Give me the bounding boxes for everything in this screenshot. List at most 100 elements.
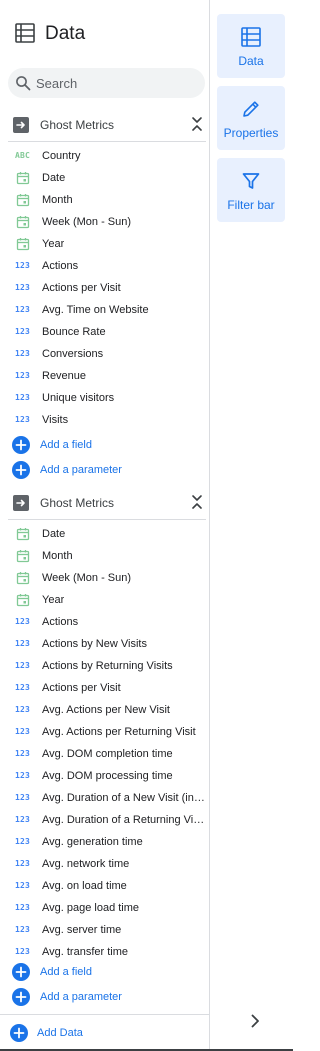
field-item[interactable]: ABC Country xyxy=(0,145,210,167)
field-item[interactable]: 123 Avg. DOM completion time xyxy=(0,743,210,765)
field-label: Date xyxy=(42,172,66,184)
chevron-right-icon[interactable] xyxy=(246,1012,264,1030)
field-item[interactable]: 123 Avg. page load time xyxy=(0,897,210,919)
field-item[interactable]: 123 Avg. on load time xyxy=(0,875,210,897)
field-label: Year xyxy=(42,238,65,250)
field-item[interactable]: 123 Visits xyxy=(0,409,210,431)
calendar-icon xyxy=(16,171,30,185)
field-item[interactable]: Year xyxy=(0,233,210,255)
number-type-icon: 123 xyxy=(15,305,31,314)
field-item[interactable]: 123 Avg. network time xyxy=(0,853,210,875)
field-item[interactable]: 123 Bounce Rate xyxy=(0,321,210,343)
field-item[interactable]: Month xyxy=(0,545,210,567)
field-label: Actions xyxy=(42,616,79,628)
tab-filter-bar[interactable]: Filter bar xyxy=(217,158,285,222)
field-label: Avg. Actions per New Visit xyxy=(42,704,170,716)
add-field-button[interactable]: Add a field xyxy=(12,435,192,455)
field-item[interactable]: Date xyxy=(0,523,210,545)
field-item[interactable]: 123 Actions per Visit xyxy=(0,277,210,299)
tab-filter-bar-label: Filter bar xyxy=(227,198,275,212)
field-item[interactable]: 123 Avg. Actions per Returning Visit xyxy=(0,721,210,743)
number-type-icon: 123 xyxy=(15,727,31,736)
calendar-icon xyxy=(16,527,30,541)
data-table-icon xyxy=(14,22,36,44)
collapse-icon[interactable] xyxy=(188,490,206,514)
field-item[interactable]: 123 Unique visitors xyxy=(0,387,210,409)
field-item[interactable]: 123 Avg. server time xyxy=(0,919,210,941)
field-label: Country xyxy=(42,150,81,162)
plus-icon xyxy=(12,988,30,1006)
search-icon xyxy=(15,75,31,91)
field-label: Unique visitors xyxy=(42,392,115,404)
add-data-label: Add Data xyxy=(37,1027,83,1039)
add-parameter-button[interactable]: Add a parameter xyxy=(12,460,192,480)
number-type-icon: 123 xyxy=(15,393,31,402)
plus-icon xyxy=(12,461,30,479)
field-item[interactable]: 123 Avg. Duration of a New Visit (in ... xyxy=(0,787,210,809)
add-parameter-label: Add a parameter xyxy=(40,464,122,476)
field-label: Avg. DOM processing time xyxy=(42,770,173,782)
number-type-icon: 123 xyxy=(15,881,31,890)
field-item[interactable]: 123 Revenue xyxy=(0,365,210,387)
field-label: Avg. Duration of a New Visit (in ... xyxy=(42,792,205,804)
number-type-icon: 123 xyxy=(15,661,31,670)
tab-properties[interactable]: Properties xyxy=(217,86,285,150)
collapse-icon[interactable] xyxy=(188,112,206,136)
data-source-icon xyxy=(13,117,29,133)
number-type-icon: 123 xyxy=(15,859,31,868)
field-item[interactable]: 123 Avg. generation time xyxy=(0,831,210,853)
field-label: Actions xyxy=(42,260,79,272)
field-item[interactable]: 123 Avg. DOM processing time xyxy=(0,765,210,787)
number-type-icon: 123 xyxy=(15,261,31,270)
tab-data[interactable]: Data xyxy=(217,14,285,78)
data-panel: Data Ghost Metrics xyxy=(0,0,210,1049)
plus-icon xyxy=(12,963,30,981)
number-type-icon: 123 xyxy=(15,749,31,758)
field-item[interactable]: Week (Mon - Sun) xyxy=(0,567,210,589)
field-item[interactable]: 123 Actions by New Visits xyxy=(0,633,210,655)
field-label: Conversions xyxy=(42,348,104,360)
add-parameter-button[interactable]: Add a parameter xyxy=(12,987,192,1007)
field-item[interactable]: 123 Avg. Time on Website xyxy=(0,299,210,321)
calendar-icon xyxy=(16,237,30,251)
field-label: Actions by Returning Visits xyxy=(42,660,173,672)
data-source-header[interactable]: Ghost Metrics xyxy=(8,108,206,142)
field-item[interactable]: 123 Actions xyxy=(0,255,210,277)
calendar-icon xyxy=(16,549,30,563)
number-type-icon: 123 xyxy=(15,793,31,802)
field-label: Avg. server time xyxy=(42,924,122,936)
field-item[interactable]: 123 Avg. Duration of a Returning Vis... xyxy=(0,809,210,831)
number-type-icon: 123 xyxy=(15,617,31,626)
calendar-icon xyxy=(16,593,30,607)
field-item[interactable]: Month xyxy=(0,189,210,211)
field-item[interactable]: 123 Avg. transfer time xyxy=(0,941,210,963)
field-item[interactable]: Date xyxy=(0,167,210,189)
field-item[interactable]: 123 Actions per Visit xyxy=(0,677,210,699)
number-type-icon: 123 xyxy=(15,925,31,934)
data-source-header[interactable]: Ghost Metrics xyxy=(8,486,206,520)
field-label: Avg. Actions per Returning Visit xyxy=(42,726,196,738)
add-field-button[interactable]: Add a field xyxy=(12,962,192,982)
data-source-icon xyxy=(13,495,29,511)
field-item[interactable]: 123 Conversions xyxy=(0,343,210,365)
calendar-icon xyxy=(16,215,30,229)
field-label: Avg. network time xyxy=(42,858,130,870)
add-data-button[interactable]: Add Data xyxy=(10,1023,160,1043)
field-item[interactable]: Week (Mon - Sun) xyxy=(0,211,210,233)
field-label: Date xyxy=(42,528,66,540)
field-item[interactable]: Year xyxy=(0,589,210,611)
filter-icon xyxy=(240,170,262,192)
plus-icon xyxy=(12,436,30,454)
field-label: Avg. page load time xyxy=(42,902,140,914)
field-item[interactable]: 123 Actions xyxy=(0,611,210,633)
field-label: Week (Mon - Sun) xyxy=(42,216,132,228)
tab-data-label: Data xyxy=(238,54,264,68)
search-input[interactable] xyxy=(36,68,196,98)
number-type-icon: 123 xyxy=(15,705,31,714)
number-type-icon: 123 xyxy=(15,415,31,424)
plus-icon xyxy=(10,1024,28,1042)
number-type-icon: 123 xyxy=(15,815,31,824)
field-item[interactable]: 123 Avg. Actions per New Visit xyxy=(0,699,210,721)
search-box[interactable] xyxy=(8,68,205,98)
field-item[interactable]: 123 Actions by Returning Visits xyxy=(0,655,210,677)
